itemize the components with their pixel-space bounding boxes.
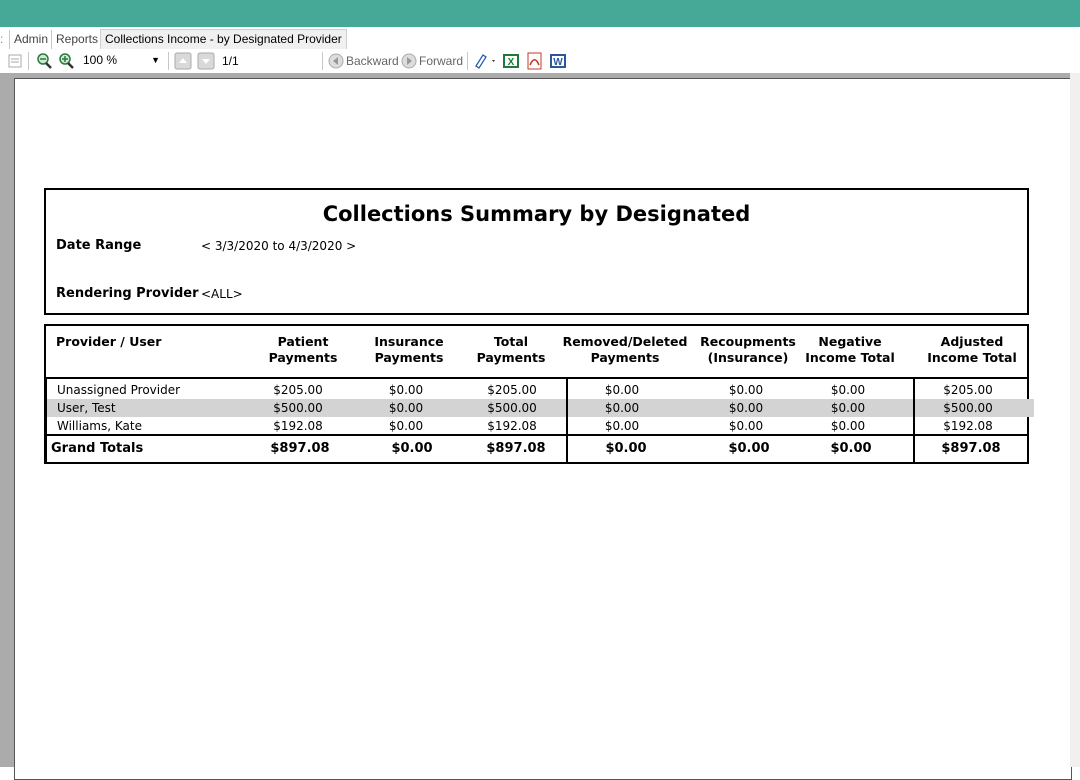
report-title: Collections Summary by Designated — [322, 202, 751, 226]
zoom-in-icon[interactable] — [57, 52, 75, 70]
row-negative-income: $0.00 — [830, 419, 866, 433]
zoom-out-icon[interactable] — [35, 52, 53, 70]
row-total-payments: $205.00 — [487, 383, 537, 397]
forward-button[interactable]: Forward — [419, 53, 463, 69]
excel-icon[interactable]: X — [502, 52, 520, 70]
tab-reports[interactable]: Reports — [51, 30, 98, 49]
row-patient-payments: $205.00 — [273, 383, 323, 397]
zoom-value: 100 % — [83, 53, 118, 67]
table-row[interactable]: Williams, Kate $192.08 $0.00 $192.08 $0.… — [46, 417, 1027, 435]
backward-icon[interactable] — [327, 52, 345, 70]
page-indicator: 1/1 — [222, 54, 239, 68]
grand-totals-label: Grand Totals — [51, 441, 144, 456]
date-range-value: < 3/3/2020 to 4/3/2020 > — [201, 239, 357, 253]
word-icon[interactable]: W — [549, 52, 567, 70]
date-range-label: Date Range — [56, 238, 142, 253]
col-header-insurance-payments: Insurance Payments — [374, 334, 444, 365]
col-header-provider: Provider / User — [56, 334, 162, 349]
toolbar-separator — [28, 52, 29, 70]
col-header-total-payments: Total Payments — [476, 334, 546, 365]
svg-text:X: X — [508, 57, 515, 68]
svg-text:W: W — [553, 57, 563, 68]
report-header-box: Collections Summary by Designated Date R… — [44, 188, 1029, 315]
row-insurance-payments: $0.00 — [388, 401, 424, 415]
row-adjusted-income: $500.00 — [943, 401, 993, 415]
row-patient-payments: $500.00 — [273, 401, 323, 415]
row-insurance-payments: $0.00 — [388, 419, 424, 433]
total-total-payments: $897.08 — [486, 441, 546, 456]
export-icon[interactable] — [473, 52, 499, 70]
row-recoupments: $0.00 — [728, 419, 764, 433]
next-page-icon[interactable] — [197, 52, 215, 70]
prev-page-icon[interactable] — [174, 52, 192, 70]
print-icon[interactable] — [6, 52, 24, 70]
vertical-scrollbar[interactable] — [1070, 73, 1080, 767]
row-recoupments: $0.00 — [728, 383, 764, 397]
total-removed-deleted: $0.00 — [605, 441, 647, 456]
row-total-payments: $500.00 — [487, 401, 537, 415]
rendering-provider-value: <ALL> — [201, 287, 243, 301]
app-title-bar — [0, 0, 1080, 27]
table-row[interactable]: User, Test $500.00 $0.00 $500.00 $0.00 $… — [46, 399, 1034, 417]
row-negative-income: $0.00 — [830, 383, 866, 397]
total-patient-payments: $897.08 — [270, 441, 330, 456]
total-insurance-payments: $0.00 — [391, 441, 433, 456]
totals-divider — [46, 434, 1027, 436]
row-provider: Unassigned Provider — [57, 383, 181, 397]
row-removed-deleted: $0.00 — [604, 383, 640, 397]
row-adjusted-income: $192.08 — [943, 419, 993, 433]
row-adjusted-income: $205.00 — [943, 383, 993, 397]
row-removed-deleted: $0.00 — [604, 401, 640, 415]
toolbar-separator — [168, 52, 169, 70]
pdf-icon[interactable] — [526, 52, 544, 70]
grand-totals-row: Grand Totals $897.08 $0.00 $897.08 $0.00… — [46, 439, 1027, 461]
tab-admin[interactable]: Admin — [9, 30, 48, 49]
header-divider — [46, 377, 1027, 379]
total-negative-income: $0.00 — [830, 441, 872, 456]
report-viewer[interactable]: Collections Summary by Designated Date R… — [0, 73, 1080, 780]
toolbar-separator — [467, 52, 468, 70]
tab-collections-income[interactable]: Collections Income - by Designated Provi… — [100, 29, 347, 49]
col-header-patient-payments: Patient Payments — [268, 334, 338, 365]
col-header-removed-deleted: Removed/Deleted Payments — [562, 334, 688, 365]
total-recoupments: $0.00 — [728, 441, 770, 456]
row-patient-payments: $192.08 — [273, 419, 323, 433]
row-provider: User, Test — [57, 401, 116, 415]
row-total-payments: $192.08 — [487, 419, 537, 433]
tab-strip: : Admin Reports Collections Income - by … — [0, 27, 1080, 49]
rendering-provider-label: Rendering Provider — [56, 286, 199, 301]
col-header-adjusted-income: Adjusted Income Total — [927, 334, 1017, 365]
table-row[interactable]: Unassigned Provider $205.00 $0.00 $205.0… — [46, 381, 1027, 399]
row-removed-deleted: $0.00 — [604, 419, 640, 433]
zoom-select[interactable]: 100 % ▼ — [78, 51, 164, 69]
report-toolbar: 100 % ▼ 1/1 Backward Forward X W — [0, 49, 1080, 73]
row-provider: Williams, Kate — [57, 419, 142, 433]
col-header-negative-income: Negative Income Total — [805, 334, 895, 365]
collections-table: Provider / User Patient Payments Insuranc… — [44, 324, 1034, 464]
total-adjusted-income: $897.08 — [941, 441, 1001, 456]
forward-icon[interactable] — [400, 52, 418, 70]
row-recoupments: $0.00 — [728, 401, 764, 415]
backward-button[interactable]: Backward — [346, 53, 399, 69]
row-insurance-payments: $0.00 — [388, 383, 424, 397]
row-negative-income: $0.00 — [830, 401, 866, 415]
report-page: Collections Summary by Designated Date R… — [14, 78, 1072, 780]
chevron-down-icon: ▼ — [151, 55, 160, 65]
col-header-recoupments: Recoupments (Insurance) — [700, 334, 796, 365]
tab-edge-fragment: : — [0, 32, 4, 46]
toolbar-separator — [322, 52, 323, 70]
